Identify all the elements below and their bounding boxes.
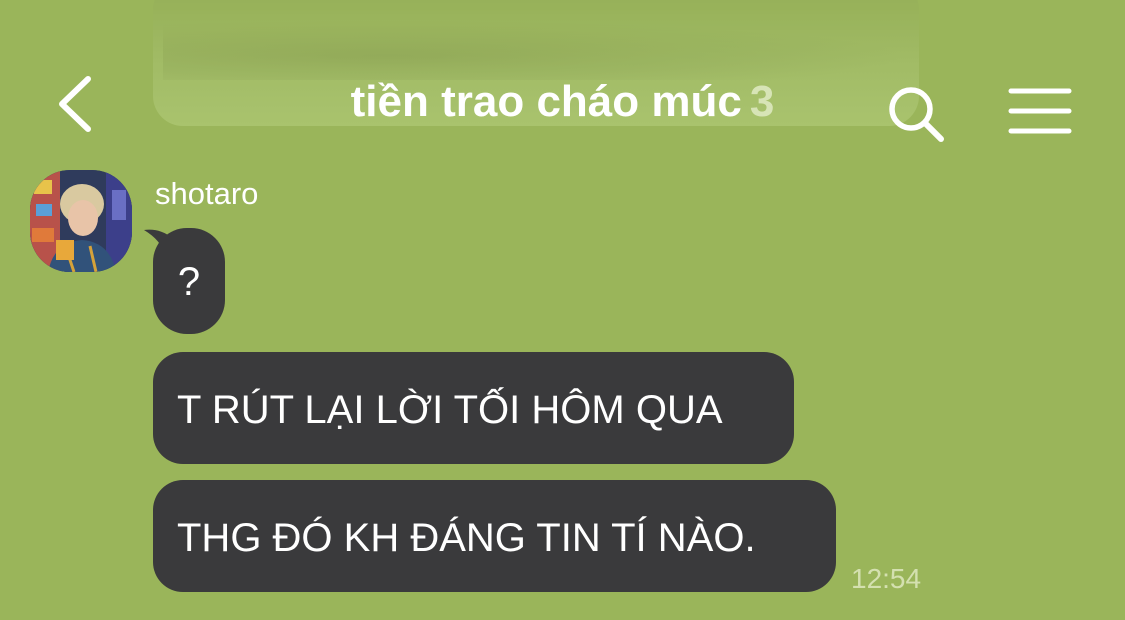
message-timestamp: 12:54 — [851, 563, 922, 594]
menu-button[interactable] — [1007, 85, 1073, 139]
message-text: ? — [177, 260, 201, 304]
message-bubble[interactable]: T RÚT LẠI LỜI TỐI HÔM QUA — [153, 352, 794, 464]
message-bubble[interactable]: THG ĐÓ KH ĐÁNG TIN TÍ NÀO. — [153, 480, 836, 592]
chat-title-text: tiền trao cháo múc — [350, 77, 742, 126]
search-icon — [889, 87, 944, 142]
search-button[interactable] — [885, 83, 949, 147]
message-text: T RÚT LẠI LỜI TỐI HÔM QUA — [177, 388, 723, 432]
chat-header: tiền trao cháo múc 3 — [0, 55, 1125, 155]
message-bubble[interactable]: ? — [153, 228, 225, 334]
message-text: THG ĐÓ KH ĐÁNG TIN TÍ NÀO. — [177, 516, 756, 560]
sender-avatar[interactable] — [30, 170, 132, 272]
sender-name: shotaro — [155, 176, 259, 211]
hamburger-menu-icon — [1008, 88, 1072, 134]
chat-title: tiền trao cháo múc 3 — [0, 77, 1125, 127]
avatar-photo — [30, 170, 132, 272]
member-count: 3 — [749, 77, 775, 126]
